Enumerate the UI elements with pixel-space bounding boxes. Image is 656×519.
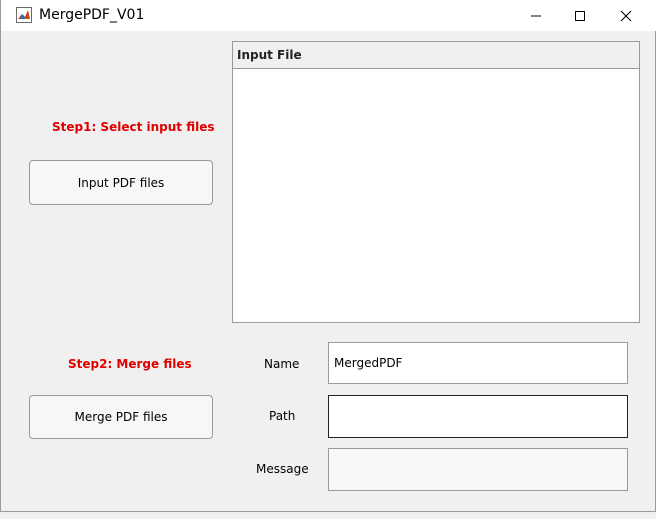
title-bar[interactable]: MergePDF_V01 [1,0,656,31]
message-field [328,448,628,491]
path-field[interactable] [328,395,628,438]
maximize-icon [575,10,585,21]
matlab-icon [16,7,32,23]
step2-label: Step2: Merge files [68,357,192,371]
minimize-icon [531,15,541,16]
name-label: Name [264,357,300,371]
app-window: MergePDF_V01 Step1: Select input files I… [0,0,656,512]
minimize-button[interactable] [513,0,559,31]
input-file-list[interactable]: Input File [232,41,640,323]
merge-pdf-files-button[interactable]: Merge PDF files [29,395,213,439]
path-label: Path [269,409,296,423]
close-icon [620,10,632,21]
step1-label: Step1: Select input files [52,120,215,134]
input-pdf-files-button[interactable]: Input PDF files [29,160,213,205]
message-label: Message [256,462,309,476]
maximize-button[interactable] [557,0,603,31]
input-file-header[interactable]: Input File [233,42,639,69]
close-button[interactable] [603,0,649,31]
window-title: MergePDF_V01 [39,7,145,23]
name-field[interactable]: MergedPDF [328,342,628,384]
